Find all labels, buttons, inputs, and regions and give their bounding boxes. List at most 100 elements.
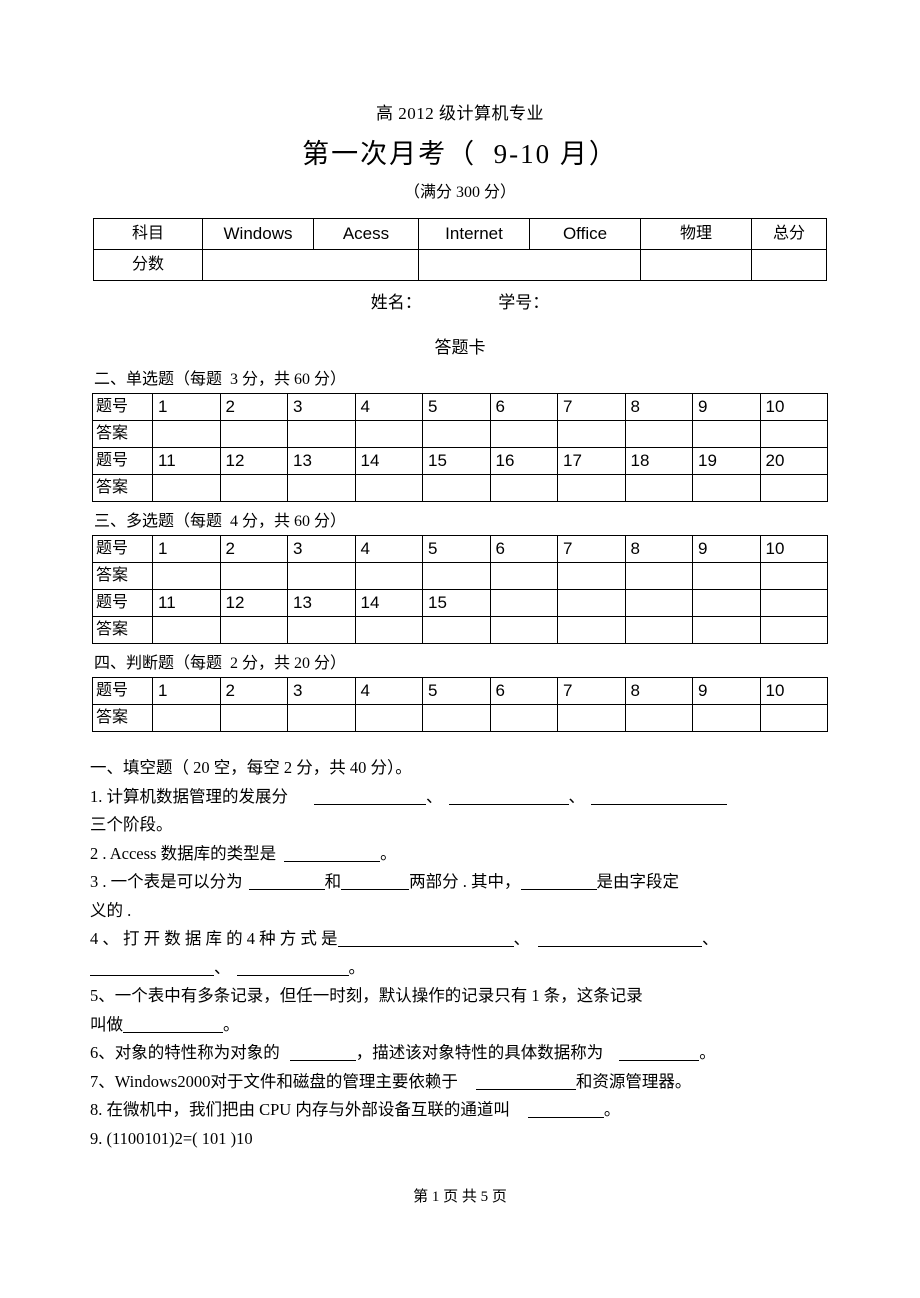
q4-blank-4[interactable] xyxy=(236,960,349,976)
answer-cell[interactable] xyxy=(759,562,828,590)
section-true-false: 四、判断题（每题 2 分，共 20 分） 题号 1 2 3 4 5 6 7 8 … xyxy=(92,644,828,732)
q4-text-a: 4 、 打 开 数 据 库 的 4 种 方 式 是 xyxy=(90,929,338,948)
question-number-cell: 5 xyxy=(422,677,491,705)
answer-cell[interactable] xyxy=(152,562,221,590)
q1-blank-3[interactable] xyxy=(591,789,727,805)
answer-cell[interactable] xyxy=(422,616,491,644)
score-cell-physics[interactable] xyxy=(640,249,752,281)
answer-cell[interactable] xyxy=(287,474,356,502)
answer-cell[interactable] xyxy=(354,704,423,732)
answer-cell[interactable] xyxy=(354,616,423,644)
answer-cell[interactable] xyxy=(557,704,626,732)
answer-cell[interactable] xyxy=(422,420,491,448)
q3-text-d: 是由字段定 xyxy=(596,872,680,891)
answer-cell[interactable] xyxy=(219,704,288,732)
answer-cell[interactable] xyxy=(219,474,288,502)
score-table-wrapper: 科目 Windows Acess Internet Office 物理 总分 分… xyxy=(93,218,827,281)
answer-cell[interactable] xyxy=(219,616,288,644)
answer-cell[interactable] xyxy=(624,616,693,644)
q4-sep-2: 、 xyxy=(702,929,719,948)
answer-cell[interactable] xyxy=(287,704,356,732)
answer-cell[interactable] xyxy=(489,704,558,732)
q3-blank-1[interactable] xyxy=(248,874,325,890)
answer-cell[interactable] xyxy=(287,562,356,590)
answer-cell[interactable] xyxy=(152,704,221,732)
answer-cell[interactable] xyxy=(557,474,626,502)
answer-cell[interactable] xyxy=(624,420,693,448)
answer-cell[interactable] xyxy=(759,616,828,644)
q4-blank-2[interactable] xyxy=(538,931,702,947)
q4-blank-3[interactable] xyxy=(90,960,214,976)
answer-cell[interactable] xyxy=(692,474,761,502)
q6-blank-1[interactable] xyxy=(289,1045,356,1061)
q1-blank-2[interactable] xyxy=(448,789,569,805)
q8-blank-1[interactable] xyxy=(527,1102,604,1118)
score-table: 科目 Windows Acess Internet Office 物理 总分 分… xyxy=(93,218,827,281)
answer-table-multi-choice: 题号 1 2 3 4 5 6 7 8 9 10 答案 题号 11 12 13 1… xyxy=(92,535,828,644)
answer-cell[interactable] xyxy=(422,474,491,502)
question-number-cell: 6 xyxy=(489,677,558,705)
answer-cell[interactable] xyxy=(489,420,558,448)
score-cell-total[interactable] xyxy=(751,249,827,281)
q3-blank-2[interactable] xyxy=(341,874,410,890)
answer-cell[interactable] xyxy=(354,420,423,448)
question-number-cell: 8 xyxy=(624,535,693,563)
question-number-cell: 4 xyxy=(354,535,423,563)
answer-cell[interactable] xyxy=(489,562,558,590)
answer-cell[interactable] xyxy=(692,616,761,644)
question-number-cell: 16 xyxy=(489,447,558,475)
table-row: 题号 1 2 3 4 5 6 7 8 9 10 xyxy=(92,677,828,705)
answer-cell[interactable] xyxy=(624,562,693,590)
question-number-cell: 13 xyxy=(287,447,356,475)
answer-cell[interactable] xyxy=(557,420,626,448)
question-number-cell: 10 xyxy=(759,535,828,563)
answer-cell[interactable] xyxy=(219,420,288,448)
answer-cell[interactable] xyxy=(489,474,558,502)
answer-cell[interactable] xyxy=(557,616,626,644)
answer-cell[interactable] xyxy=(692,420,761,448)
q6-text-c: 。 xyxy=(699,1043,716,1062)
section-multi-choice: 三、多选题（每题 4 分，共 60 分） 题号 1 2 3 4 5 6 7 8 … xyxy=(92,502,828,644)
q7-blank-1[interactable] xyxy=(475,1074,576,1090)
answer-cell[interactable] xyxy=(759,704,828,732)
answer-cell[interactable] xyxy=(422,562,491,590)
question-number-cell xyxy=(759,589,828,617)
q4-blank-1[interactable] xyxy=(337,931,514,947)
table-row: 题号 1 2 3 4 5 6 7 8 9 10 xyxy=(92,393,828,421)
q5-blank-1[interactable] xyxy=(123,1017,223,1033)
answer-cell[interactable] xyxy=(219,562,288,590)
answer-cell[interactable] xyxy=(692,704,761,732)
question-5-cont: 叫做 。 xyxy=(90,1011,830,1040)
q1-blank-1[interactable] xyxy=(314,789,426,805)
answer-cell[interactable] xyxy=(287,420,356,448)
score-cell-internet-office[interactable] xyxy=(418,249,641,281)
answer-sheet-label: 答题卡 xyxy=(434,338,486,357)
answer-cell[interactable] xyxy=(624,474,693,502)
q2-blank-1[interactable] xyxy=(284,846,381,862)
grade-line: 高 2012 级计算机专业 xyxy=(376,104,544,123)
answer-cell[interactable] xyxy=(557,562,626,590)
answer-cell[interactable] xyxy=(152,474,221,502)
answer-cell[interactable] xyxy=(354,474,423,502)
answer-cell[interactable] xyxy=(287,616,356,644)
table-row: 题号 1 2 3 4 5 6 7 8 9 10 xyxy=(92,535,828,563)
answer-cell[interactable] xyxy=(759,474,828,502)
question-number-cell: 11 xyxy=(152,447,221,475)
answer-cell[interactable] xyxy=(152,420,221,448)
answer-cell[interactable] xyxy=(152,616,221,644)
question-number-cell: 4 xyxy=(354,677,423,705)
q6-blank-2[interactable] xyxy=(619,1045,700,1061)
score-cell-windows-acess[interactable] xyxy=(202,249,419,281)
q3-blank-3[interactable] xyxy=(520,874,597,890)
question-number-cell: 9 xyxy=(692,535,761,563)
answer-cell[interactable] xyxy=(759,420,828,448)
question-number-cell: 1 xyxy=(152,677,221,705)
subject-office: Office xyxy=(529,218,641,250)
answer-cell[interactable] xyxy=(354,562,423,590)
answer-cell[interactable] xyxy=(624,704,693,732)
answer-cell[interactable] xyxy=(692,562,761,590)
answer-cell[interactable] xyxy=(489,616,558,644)
question-number-cell: 9 xyxy=(692,393,761,421)
answer-cell[interactable] xyxy=(422,704,491,732)
table-row: 科目 Windows Acess Internet Office 物理 总分 xyxy=(93,218,827,250)
